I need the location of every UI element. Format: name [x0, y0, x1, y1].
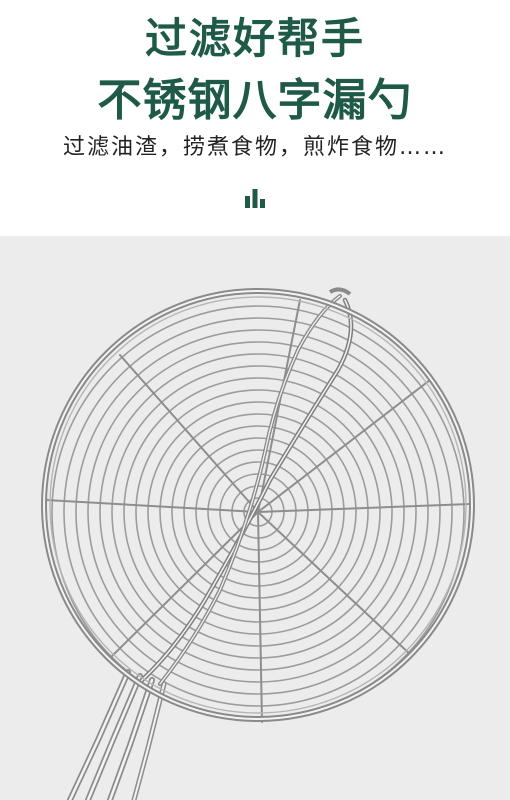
product-photo: [0, 236, 510, 800]
subtitle: 过滤油渣，捞煮食物，煎炸食物……: [62, 135, 447, 160]
headline-line2: 不锈钢八字漏勺: [97, 75, 413, 126]
headline-line1: 过滤好帮手: [144, 14, 365, 63]
strainer-illustration: [0, 236, 510, 800]
header: 过滤好帮手 不锈钢八字漏勺 过滤油渣，捞煮食物，煎炸食物……: [0, 0, 510, 236]
bar-chart-icon: [245, 189, 265, 208]
